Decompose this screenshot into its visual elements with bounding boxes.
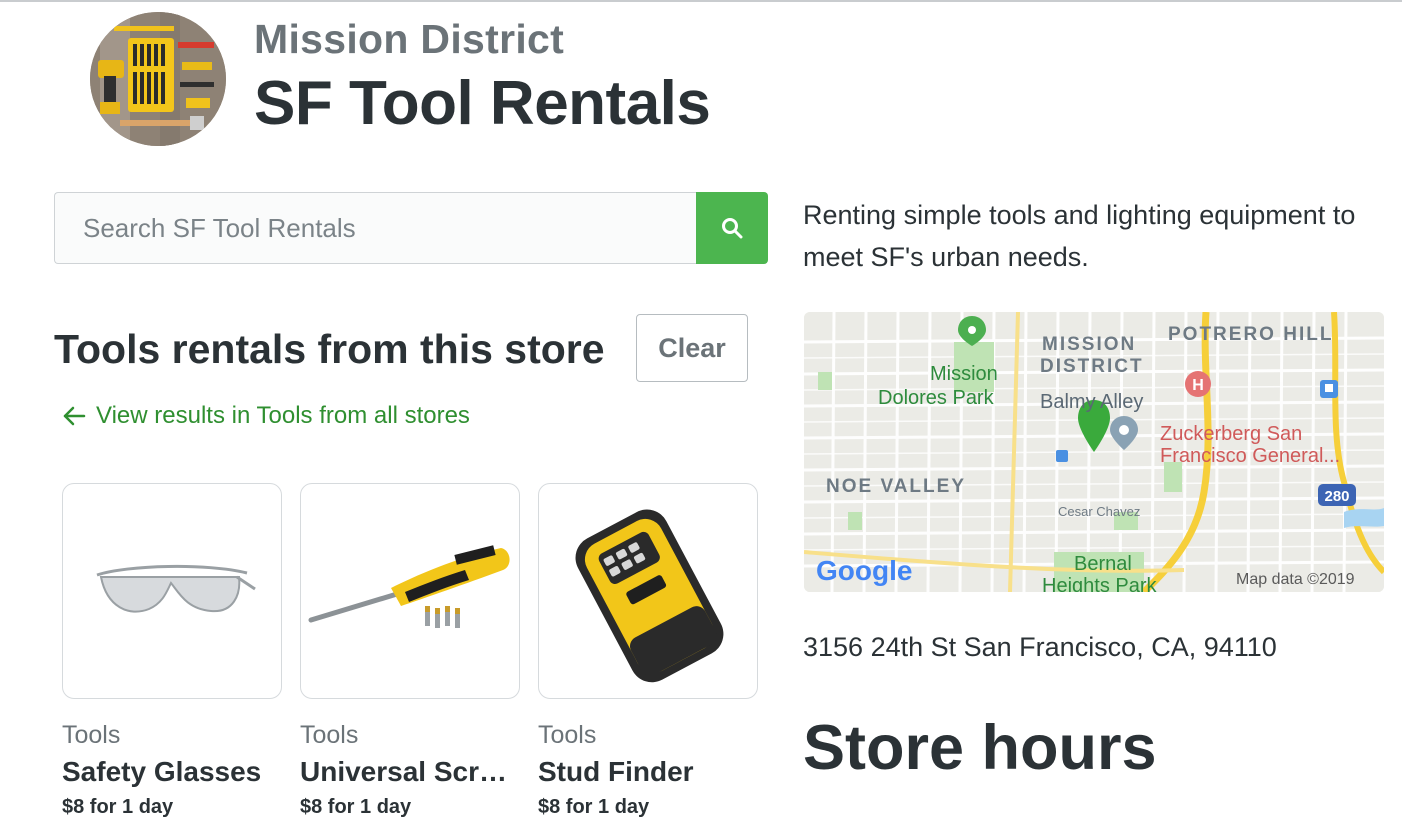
map-label-cesar: Cesar Chavez [1058,504,1140,519]
listing-title: Tools rentals from this store [54,326,605,372]
map-label-potrero: POTRERO HILL [1168,324,1333,345]
product-card[interactable]: Tools Universal Screwdriver $8 for 1 day [300,483,520,819]
product-image-stud-finder[interactable] [538,483,758,699]
product-name[interactable]: Safety Glasses [62,756,282,788]
store-neighborhood: Mission District [254,16,565,62]
map-label-noe: NOE VALLEY [826,476,966,497]
google-logo: Google [816,555,912,586]
search-input[interactable] [54,192,698,264]
product-price: $8 for 1 day [300,796,412,818]
clear-button[interactable]: Clear [636,314,748,382]
svg-text:H: H [1192,377,1204,394]
map-label-zuckerberg-1: Zuckerberg San [1160,423,1302,445]
map-label-mission: MISSION [1042,334,1136,355]
search-bar [54,192,768,264]
map-label-zuckerberg-2: Francisco General... [1160,445,1340,467]
search-icon [722,218,743,239]
product-card[interactable]: Tools Safety Glasses $8 for 1 day [62,483,282,819]
product-category: Tools [538,721,597,749]
view-all-link[interactable]: View results in Tools from all stores [62,402,470,430]
product-category: Tools [300,721,359,749]
map-attribution: Map data ©2019 [1236,571,1355,588]
product-category: Tools [62,721,121,749]
store-map[interactable]: H 280 MISSION DISTRICT POTRERO HILL Miss… [804,312,1384,592]
product-price: $8 for 1 day [538,796,650,818]
product-image-safety-glasses[interactable] [62,483,282,699]
map-label-dolores-1: Mission [930,363,998,385]
map-label-balmy: Balmy Alley [1040,391,1143,413]
search-button[interactable] [696,192,768,264]
product-name[interactable]: Stud Finder [538,756,758,788]
arrow-left-icon [63,406,86,426]
top-divider [0,0,1402,2]
map-label-district: DISTRICT [1040,356,1144,377]
store-address: 3156 24th St San Francisco, CA, 94110 [803,632,1277,662]
product-price: $8 for 1 day [62,796,174,818]
map-label-bernal-1: Bernal [1074,553,1132,575]
product-name[interactable]: Universal Screwdriver [300,756,520,788]
highway-shield: 280 [1324,488,1349,505]
store-name: SF Tool Rentals [254,69,711,138]
store-hours-title: Store hours [803,713,1157,783]
view-all-label: View results in Tools from all stores [96,402,470,429]
product-image-universal-screwdriver[interactable] [300,483,520,699]
store-avatar [90,12,226,146]
map-label-dolores-2: Dolores Park [878,387,995,409]
map-label-bernal-2: Heights Park [1042,575,1157,592]
product-card[interactable]: Tools Stud Finder $8 for 1 day [538,483,758,819]
store-description: Renting simple tools and lighting equipm… [803,200,1356,272]
